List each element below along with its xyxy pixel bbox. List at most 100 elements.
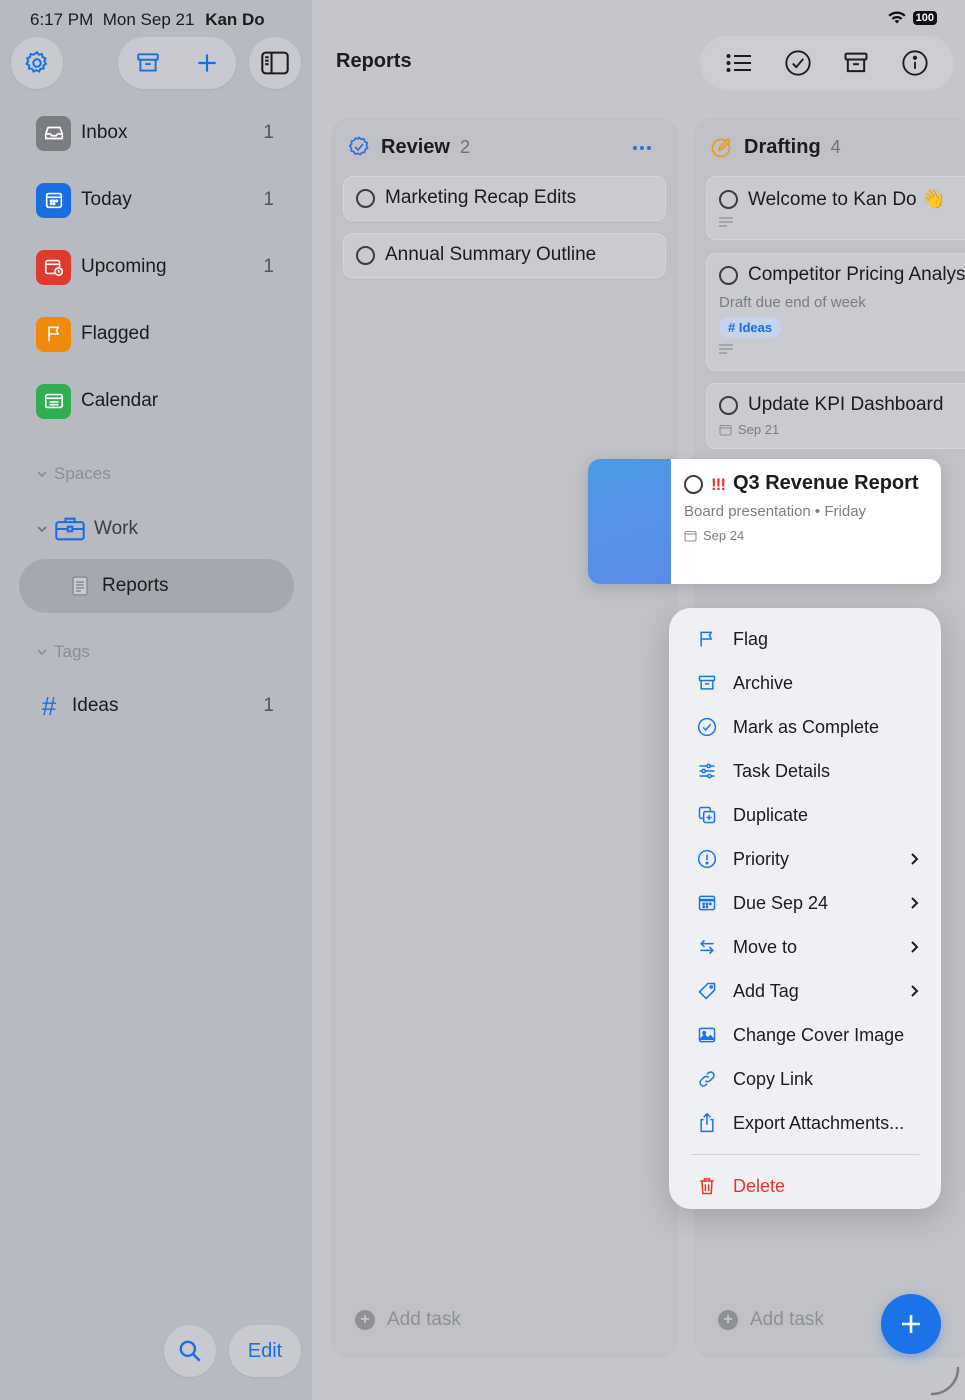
menu-item-copy-link[interactable]: Copy Link — [669, 1057, 941, 1101]
menu-item-label: Move to — [733, 936, 798, 957]
sliders-icon — [699, 763, 715, 779]
tag-item-ideas[interactable]: # Ideas 1 — [36, 686, 286, 726]
sidebar-toggle-icon — [261, 51, 289, 75]
add-task-button[interactable]: + Add task — [343, 1298, 461, 1342]
calendar-clock-icon — [36, 249, 71, 285]
page-title: Reports — [336, 50, 412, 72]
info-icon[interactable] — [901, 49, 929, 77]
plus-circle-icon: + — [718, 1310, 738, 1330]
status-bar-left: 6:17 PM Mon Sep 21 Kan Do — [30, 10, 265, 30]
seal-check-icon — [348, 136, 369, 156]
sidebar-item-calendar[interactable]: Calendar — [36, 381, 286, 421]
task-title: Q3 Revenue Report — [732, 472, 919, 494]
complete-checkbox[interactable] — [719, 395, 738, 415]
menu-item-label: Mark as Complete — [733, 716, 880, 737]
calendar-icon — [684, 530, 697, 542]
add-task-button[interactable]: + Add task — [706, 1298, 824, 1342]
notes-icon — [719, 217, 733, 227]
image-icon — [698, 1027, 716, 1043]
resize-handle-icon[interactable] — [930, 1366, 960, 1396]
task-card[interactable]: Competitor Pricing Analysis Draft due en… — [706, 253, 965, 371]
checkmark-circle-icon[interactable] — [784, 49, 812, 77]
priority-indicator: !!! — [711, 475, 726, 494]
chevron-right-icon — [911, 941, 919, 953]
cover-image — [588, 459, 671, 584]
task-card[interactable]: Marketing Recap Edits — [343, 176, 666, 221]
battery-indicator: 100 — [912, 10, 937, 25]
menu-item-change-cover[interactable]: Change Cover Image — [669, 1013, 941, 1057]
plus-icon[interactable] — [194, 50, 220, 76]
flag-icon — [36, 316, 71, 352]
task-card[interactable]: Update KPI Dashboard Sep 21 — [706, 383, 965, 449]
archive-icon — [698, 675, 716, 690]
plus-circle-icon: + — [355, 1310, 375, 1330]
inbox-icon — [36, 115, 71, 151]
complete-checkbox[interactable] — [719, 189, 738, 209]
complete-checkbox[interactable] — [684, 475, 703, 494]
add-task-label: Add task — [750, 1309, 824, 1330]
toggle-sidebar-button[interactable] — [249, 37, 301, 89]
more-icon[interactable] — [632, 145, 652, 151]
sidebar-item-today[interactable]: Today 1 — [36, 180, 286, 220]
menu-item-task-details[interactable]: Task Details — [669, 749, 941, 793]
tag-icon — [698, 982, 716, 1000]
menu-item-archive[interactable]: Archive — [669, 661, 941, 705]
search-button[interactable] — [164, 1325, 216, 1377]
menu-item-move-to[interactable]: Move to — [669, 925, 941, 969]
sidebar-item-flagged[interactable]: Flagged — [36, 314, 286, 354]
status-date: Mon Sep 21 — [102, 10, 195, 29]
task-card[interactable]: Annual Summary Outline — [343, 233, 666, 278]
flag-icon — [700, 631, 713, 647]
menu-item-label: Priority — [733, 848, 790, 869]
sidebar-action-group — [118, 37, 236, 89]
sidebar-item-inbox[interactable]: Inbox 1 — [36, 113, 286, 153]
task-subtitle: Draft due end of week — [719, 294, 866, 311]
sidebar-item-upcoming[interactable]: Upcoming 1 — [36, 247, 286, 287]
task-title: Annual Summary Outline — [385, 244, 597, 265]
task-due-day: Friday — [824, 503, 867, 520]
selected-task-card[interactable]: !!! Q3 Revenue Report Board presentation… — [588, 459, 941, 584]
list-icon[interactable] — [725, 51, 753, 75]
new-task-fab[interactable] — [881, 1294, 941, 1354]
menu-item-flag[interactable]: Flag — [669, 617, 941, 661]
menu-item-label: Duplicate — [733, 804, 809, 825]
menu-item-add-tag[interactable]: Add Tag — [669, 969, 941, 1013]
chevron-down-icon — [37, 526, 47, 533]
menu-item-due-date[interactable]: Due Sep 24 — [669, 881, 941, 925]
complete-checkbox[interactable] — [356, 188, 375, 208]
context-menu: Flag Archive Mark as Complete Task Detai… — [669, 608, 941, 1209]
column-title: Review — [381, 135, 450, 158]
menu-item-delete[interactable]: Delete — [669, 1164, 941, 1208]
archive-icon[interactable] — [135, 50, 161, 76]
sidebar-item-label: Calendar — [81, 390, 159, 411]
menu-item-label: Archive — [733, 672, 794, 693]
add-task-label: Add task — [387, 1309, 461, 1330]
complete-checkbox[interactable] — [719, 265, 738, 285]
column-title: Drafting — [744, 135, 821, 158]
archive-icon[interactable] — [842, 49, 870, 77]
edit-button[interactable]: Edit — [229, 1325, 301, 1377]
menu-item-export-attachments[interactable]: Export Attachments... — [669, 1101, 941, 1145]
task-card[interactable]: Welcome to Kan Do 👋 — [706, 176, 965, 240]
sidebar-item-reports[interactable]: Reports — [19, 559, 294, 613]
menu-item-duplicate[interactable]: Duplicate — [669, 793, 941, 837]
complete-checkbox[interactable] — [356, 245, 375, 265]
calendar-list-icon — [36, 383, 71, 419]
space-item-work[interactable]: Work — [36, 509, 286, 549]
menu-item-priority[interactable]: Priority — [669, 837, 941, 881]
settings-button[interactable] — [11, 37, 63, 89]
spaces-section-header[interactable]: Spaces — [36, 464, 111, 484]
column-count: 4 — [830, 136, 841, 157]
column-review: Review 2 Marketing Recap Edits Annual Su… — [331, 118, 678, 1358]
tags-label: Tags — [54, 642, 90, 661]
menu-item-mark-complete[interactable]: Mark as Complete — [669, 705, 941, 749]
menu-item-label: Export Attachments... — [733, 1112, 905, 1133]
column-count: 2 — [459, 136, 470, 157]
toolbar-actions — [700, 36, 954, 90]
task-subtitle: Board presentation — [684, 503, 811, 520]
task-title: Marketing Recap Edits — [385, 187, 577, 208]
tags-section-header[interactable]: Tags — [36, 642, 90, 662]
chevron-right-icon — [911, 897, 919, 909]
tag-chip[interactable]: # Ideas — [719, 317, 782, 338]
briefcase-icon — [55, 517, 85, 541]
